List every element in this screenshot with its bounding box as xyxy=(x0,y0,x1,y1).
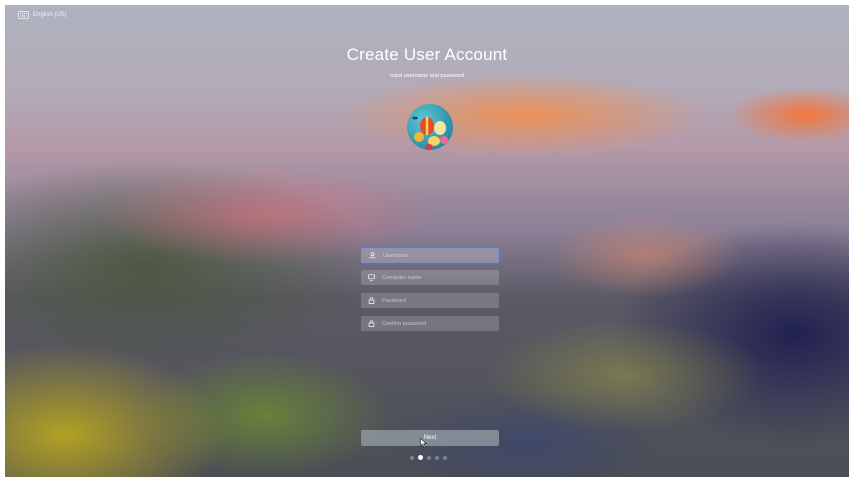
language-selector[interactable]: English (US) xyxy=(18,11,67,19)
mouse-cursor-icon xyxy=(420,435,428,453)
language-label: English (US) xyxy=(33,12,67,18)
avatar[interactable] xyxy=(407,104,453,150)
password-placeholder: Password xyxy=(382,297,407,304)
page-subtitle: Input username and password xyxy=(390,73,464,79)
hot-air-balloons-avatar xyxy=(412,116,448,150)
page-indicator xyxy=(410,455,447,460)
confirm-password-placeholder: Confirm password xyxy=(382,320,427,327)
confirm-password-field[interactable]: Confirm password xyxy=(361,316,499,331)
setup-screen: English (US) Create User Account Input u… xyxy=(5,5,849,477)
page-dot xyxy=(410,455,414,460)
password-field[interactable]: Password xyxy=(361,293,499,308)
lock-icon xyxy=(367,320,375,328)
lock-icon xyxy=(367,297,375,305)
username-field[interactable]: Username xyxy=(361,248,499,263)
computer-name-field[interactable]: Computer name xyxy=(361,270,499,285)
username-placeholder: Username xyxy=(383,252,409,259)
next-button[interactable]: Next xyxy=(361,430,499,446)
keyboard-icon xyxy=(18,11,29,19)
page-title: Create User Account xyxy=(346,45,508,64)
page-dot xyxy=(443,455,447,460)
computer-name-placeholder: Computer name xyxy=(382,274,422,281)
page-dot xyxy=(435,455,439,460)
page-dot xyxy=(427,455,431,460)
monitor-icon xyxy=(367,274,375,282)
page-dot-active xyxy=(418,455,423,460)
user-icon xyxy=(368,252,376,260)
